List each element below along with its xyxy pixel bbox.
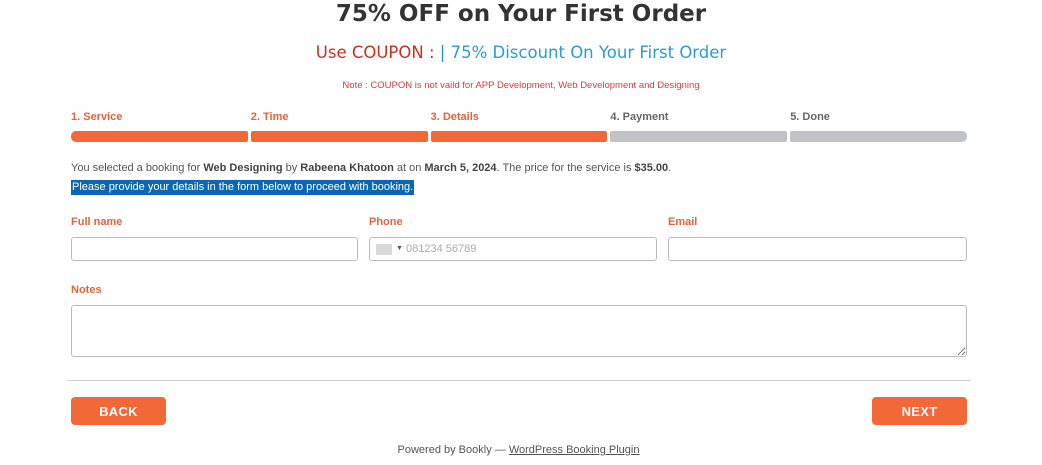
phone-label: Phone: [369, 216, 403, 228]
step-service: 1. Service: [71, 110, 248, 144]
divider: [67, 380, 971, 381]
phone-field: ▼: [369, 237, 657, 261]
step-time: 2. Time: [250, 110, 428, 144]
step-bar: [430, 131, 608, 142]
step-done: 5. Done: [790, 110, 967, 144]
coupon-note: Note : COUPON is not vaild for APP Devel…: [342, 80, 700, 91]
next-button[interactable]: NEXT: [872, 397, 967, 425]
coupon-text: 75% Discount On Your First Order: [450, 43, 727, 62]
service-price: $35.00: [634, 162, 669, 174]
progress-steps: 1. Service 2. Time 3. Details 4. Payment…: [71, 110, 967, 144]
step-label: 4. Payment: [610, 111, 669, 123]
step-payment: 4. Payment: [610, 110, 788, 144]
step-bar: [71, 131, 248, 142]
step-bar: [250, 131, 428, 142]
full-name-label: Full name: [71, 216, 123, 228]
full-name-input[interactable]: [71, 237, 358, 261]
powered-by-footer: Powered by Bookly — WordPress Booking Pl…: [0, 443, 1037, 457]
step-label: 1. Service: [71, 111, 123, 123]
back-button[interactable]: BACK: [71, 397, 166, 425]
coupon-label: Use COUPON :: [315, 43, 435, 62]
notes-textarea[interactable]: [71, 305, 967, 357]
booking-date: March 5, 2024: [424, 162, 497, 174]
step-details: 3. Details: [430, 110, 608, 144]
notes-label: Notes: [71, 284, 102, 296]
phone-input[interactable]: [406, 239, 646, 259]
country-flag-icon[interactable]: [376, 244, 392, 255]
coupon-separator: |: [439, 43, 446, 62]
service-name: Web Designing: [203, 162, 283, 174]
step-bar: [610, 131, 788, 142]
step-label: 3. Details: [430, 111, 479, 123]
email-label: Email: [668, 216, 698, 228]
booking-summary: You selected a booking for Web Designing…: [71, 162, 672, 174]
step-bar: [790, 131, 967, 142]
caret-down-icon[interactable]: ▼: [396, 243, 403, 255]
staff-name: Rabeena Khatoon: [300, 162, 394, 174]
form-instruction: Please provide your details in the form …: [71, 180, 415, 195]
page-title: 75% OFF on Your First Order: [335, 1, 707, 27]
bookly-plugin-link[interactable]: WordPress Booking Plugin: [509, 444, 640, 456]
email-input[interactable]: [668, 237, 967, 261]
footer-prefix: Powered by Bookly —: [397, 444, 509, 456]
coupon-banner: Use COUPON : | 75% Discount On Your Firs…: [0, 42, 1042, 64]
step-label: 2. Time: [250, 111, 289, 123]
step-label: 5. Done: [790, 111, 830, 123]
